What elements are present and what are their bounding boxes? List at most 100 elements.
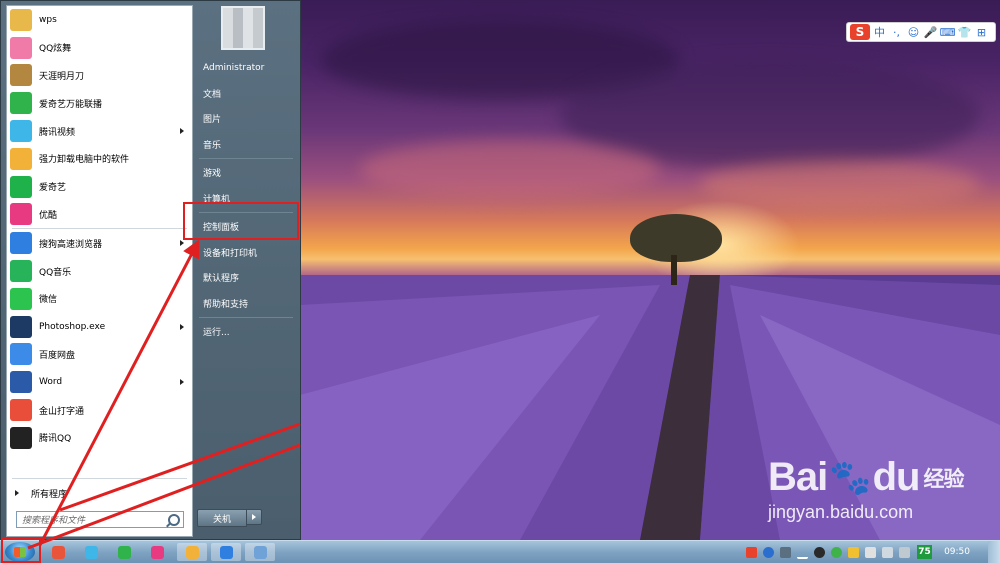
submenu-arrow-icon[interactable]	[180, 240, 184, 247]
show-desktop-button[interactable]	[988, 541, 1000, 563]
sogou-tray-icon[interactable]	[746, 546, 758, 558]
taskbar-app-window[interactable]	[245, 543, 275, 561]
ime-punct-toggle[interactable]: ·,	[889, 24, 904, 40]
app-icon	[253, 545, 267, 559]
clock[interactable]: 09:50	[944, 547, 970, 557]
cloud	[360, 140, 660, 200]
keyboard-icon[interactable]: ⌨	[940, 24, 956, 40]
ime-lang-toggle[interactable]: 中	[872, 24, 887, 40]
submenu-arrow-icon[interactable]	[180, 128, 184, 135]
program-item[interactable]: 天涯明月刀	[7, 62, 192, 90]
program-item[interactable]: 腾讯QQ	[7, 424, 192, 452]
action-center-icon[interactable]	[899, 546, 911, 558]
program-item[interactable]: 强力卸载电脑中的软件	[7, 145, 192, 173]
devices-printers-link[interactable]: 设备和打印机	[191, 240, 301, 266]
app-icon	[51, 545, 65, 559]
program-item[interactable]: QQ音乐	[7, 257, 192, 285]
program-label: Word	[39, 377, 63, 388]
divider	[199, 158, 293, 159]
program-item[interactable]: 百度网盘	[7, 341, 192, 369]
program-label: QQ炫舞	[39, 44, 72, 55]
search-icon[interactable]	[168, 514, 180, 526]
default-programs-link[interactable]: 默认程序	[191, 265, 301, 291]
app-tray-icon[interactable]	[848, 546, 860, 558]
emoji-icon[interactable]: ☺	[906, 24, 921, 40]
qq-tray-icon[interactable]	[814, 546, 826, 558]
all-programs-label: 所有程序	[31, 489, 68, 500]
games-link[interactable]: 游戏	[191, 160, 301, 186]
uninstall-icon	[10, 147, 32, 170]
taskbar-app-uninstaller[interactable]	[177, 543, 207, 561]
microphone-icon[interactable]: 🎤	[923, 24, 938, 40]
keyboard-icon[interactable]	[780, 546, 792, 558]
perf-badge[interactable]: 75	[917, 545, 933, 559]
program-label: Photoshop.exe	[39, 321, 106, 332]
sogou-ime-logo[interactable]: S	[850, 24, 870, 40]
taskbar-app-iqiyi[interactable]	[109, 543, 139, 561]
taskbar-app-tencent-video[interactable]	[76, 543, 106, 561]
program-label: 优酷	[39, 210, 58, 221]
program-item[interactable]: 爱奇艺	[7, 173, 192, 201]
submenu-arrow-icon[interactable]	[180, 379, 184, 386]
program-label: wps	[39, 14, 57, 25]
folder-icon	[10, 8, 32, 31]
qq-music-icon	[10, 260, 32, 283]
paw-icon: 🐾	[829, 458, 871, 497]
tianya-icon	[10, 64, 32, 87]
network-icon[interactable]	[882, 546, 894, 558]
taskbar-app-sogou-browser[interactable]	[211, 543, 241, 561]
all-programs-button[interactable]: 所有程序	[7, 482, 192, 504]
right-pane: Administrator 文档 图片 音乐 游戏 计算机 控制面板 设备和打印…	[191, 55, 301, 345]
baidu-netdisk-icon	[10, 343, 32, 366]
pictures-link[interactable]: 图片	[191, 106, 301, 132]
app-icon	[219, 545, 233, 559]
program-item[interactable]: wps	[7, 6, 192, 34]
app-icon	[150, 545, 164, 559]
shutdown-options-button[interactable]	[246, 509, 262, 525]
system-tray: 75 09:50	[743, 541, 1000, 563]
program-item[interactable]: 优酷	[7, 201, 192, 229]
start-button-highlight	[1, 538, 41, 563]
program-item[interactable]: 微信	[7, 285, 192, 313]
taskbar-app-youku[interactable]	[142, 543, 172, 561]
triangle-right-icon	[15, 490, 19, 496]
program-item[interactable]: Photoshop.exe	[7, 313, 192, 341]
user-avatar[interactable]	[221, 6, 265, 50]
program-label: 强力卸载电脑中的软件	[39, 155, 130, 166]
search-input[interactable]: 搜索程序和文件	[16, 511, 184, 528]
baidu-watermark: Bai 🐾 du 经验 jingyan.baidu.com	[768, 455, 964, 523]
skin-icon[interactable]: 👕	[957, 24, 972, 40]
iqiyi-icon	[10, 175, 32, 198]
program-item[interactable]: QQ炫舞	[7, 34, 192, 62]
watermark-text: du	[872, 455, 921, 499]
program-label: 天涯明月刀	[39, 71, 85, 82]
volume-icon[interactable]	[865, 546, 877, 558]
taskbar-app-game[interactable]	[43, 543, 73, 561]
program-item[interactable]: 腾讯视频	[7, 117, 192, 145]
program-item[interactable]: Word	[7, 368, 192, 396]
user-name-link[interactable]: Administrator	[191, 55, 301, 81]
program-item[interactable]: 爱奇艺万能联播	[7, 89, 192, 117]
programs-pane: wps QQ炫舞天涯明月刀爱奇艺万能联播 腾讯视频强力卸载电脑中的软件 爱奇艺优酷搜狗…	[6, 5, 193, 537]
security-icon[interactable]	[831, 546, 843, 558]
ime-toolbar[interactable]: S 中 ·, ☺ 🎤 ⌨ 👕 ⊞	[846, 22, 996, 42]
divider	[199, 317, 293, 318]
control-panel-highlight	[183, 202, 299, 240]
program-label: 爱奇艺	[39, 183, 67, 194]
music-link[interactable]: 音乐	[191, 132, 301, 158]
program-item[interactable]: 金山打字通	[7, 396, 192, 424]
start-menu: wps QQ炫舞天涯明月刀爱奇艺万能联播 腾讯视频强力卸载电脑中的软件 爱奇艺优酷搜狗…	[0, 0, 301, 540]
toolbox-icon[interactable]: ⊞	[974, 24, 989, 40]
program-item[interactable]: 搜狗高速浏览器	[7, 229, 192, 257]
watermark-text: Bai	[768, 455, 828, 499]
app-icon	[117, 545, 131, 559]
submenu-arrow-icon[interactable]	[180, 323, 184, 330]
youku-icon	[10, 203, 32, 226]
run-link[interactable]: 运行...	[191, 319, 301, 345]
chevron-up-icon[interactable]	[797, 546, 809, 559]
shutdown-button[interactable]: 关机	[197, 509, 247, 527]
documents-link[interactable]: 文档	[191, 81, 301, 107]
help-support-link[interactable]: 帮助和支持	[191, 291, 301, 317]
program-label: 微信	[39, 295, 58, 306]
help-icon[interactable]	[763, 546, 775, 558]
